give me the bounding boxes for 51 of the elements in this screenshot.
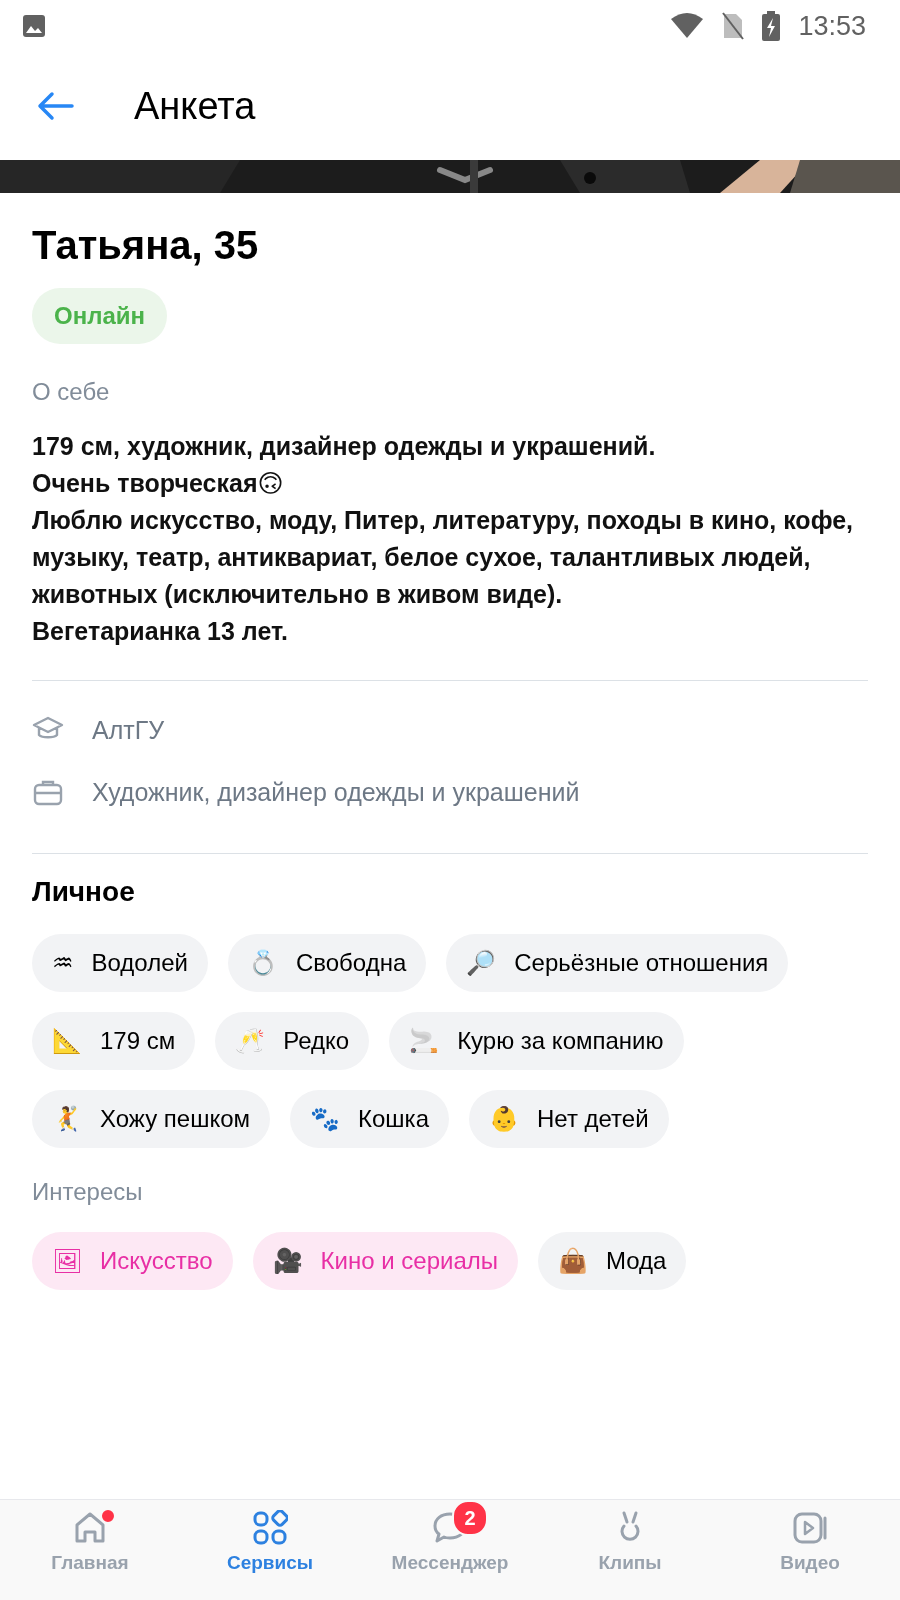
online-badge: Онлайн — [32, 288, 167, 344]
video-icon — [792, 1510, 828, 1546]
section-label: Интересы — [32, 1178, 144, 1206]
emoji-icon: 🥂 — [235, 1027, 266, 1055]
tag-text: 179 см — [100, 1027, 176, 1055]
nav-tab[interactable]: 2 Мессенджер — [360, 1500, 540, 1600]
emoji-icon: 🖼 — [52, 1247, 82, 1275]
interest-text: Мода — [606, 1247, 667, 1275]
info-text: Художник, дизайнер одежды и украшений — [92, 777, 580, 807]
image-icon — [22, 14, 46, 38]
emoji-icon: 👶 — [489, 1105, 519, 1133]
interest-text: Искусство — [100, 1247, 213, 1275]
emoji-icon: 🚬 — [409, 1027, 440, 1055]
tag-text: Курю за компанию — [457, 1027, 664, 1055]
battery-icon — [762, 11, 781, 41]
unread-count-badge: 2 — [452, 1500, 488, 1536]
emoji-icon: 🤾 — [52, 1105, 82, 1133]
tag-text: Редко — [283, 1027, 350, 1055]
interest-chip[interactable]: 🎥 Кино и сериалы — [252, 1232, 518, 1290]
section-title: Личное — [32, 876, 136, 908]
back-arrow-icon — [36, 91, 74, 121]
profile-name: Татьяна, 35 — [32, 223, 260, 268]
no-sim-icon — [722, 12, 745, 40]
interest-text: Кино и сериалы — [320, 1247, 498, 1275]
tag-text: Хожу пешком — [100, 1105, 251, 1133]
nav-tab[interactable]: Клипы — [540, 1500, 720, 1600]
emoji-icon: 🐾 — [310, 1105, 341, 1133]
page-title: Анкета — [134, 84, 256, 128]
interest-chip[interactable]: 👜 Мода — [538, 1232, 687, 1290]
tag-text: Нет детей — [537, 1105, 649, 1133]
clock-time: 13:53 — [798, 10, 866, 42]
tag-text: Водолей — [91, 949, 188, 977]
emoji-icon: 🎥 — [272, 1247, 303, 1275]
nav-tab[interactable]: Видео — [720, 1500, 900, 1600]
tag-text: Серьёзные отношения — [514, 949, 769, 977]
about-text: 179 см, художник, дизайнер одежды и украшений. Очень творческая🙃 Люблю искусство, моду, Питер, литературу, походы в кино, кофе, музыку, театр, антиквариат, белое сухое, талантливых людей, животных (исключительно в живом виде). Вегетарианка 13 лет. — [32, 431, 855, 647]
emoji-icon: 📐 — [52, 1027, 82, 1055]
notification-dot — [100, 1508, 116, 1524]
emoji-icon: 💍 — [247, 949, 278, 977]
emoji-icon: 🔎 — [466, 949, 497, 977]
emoji-icon: ♒ — [52, 949, 74, 977]
emoji-icon: 👜 — [558, 1247, 588, 1275]
grid-icon — [252, 1510, 288, 1546]
nav-tab[interactable]: Главная — [0, 1500, 180, 1600]
interest-chip[interactable]: 🖼 Искусство — [32, 1232, 233, 1290]
wifi-icon — [670, 13, 705, 39]
info-text: АлтГУ — [92, 715, 165, 745]
tag-text: Свободна — [295, 949, 407, 977]
tag-text: Кошка — [358, 1105, 429, 1133]
section-label: О себе — [32, 378, 111, 406]
nav-tab[interactable]: Сервисы — [180, 1500, 360, 1600]
